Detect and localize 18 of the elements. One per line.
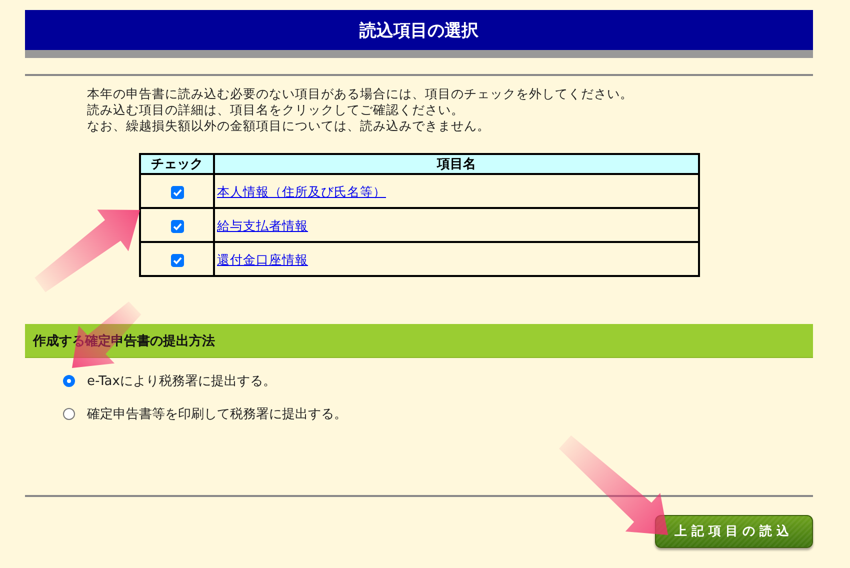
column-header: チェック	[140, 154, 214, 174]
radio-button[interactable]	[63, 375, 75, 387]
checkbox[interactable]	[170, 220, 184, 233]
section-title: 作成する確定申告書の提出方法	[33, 332, 215, 350]
checkbox[interactable]	[170, 254, 184, 267]
checkbox[interactable]	[170, 186, 184, 199]
option-label[interactable]: 確定申告書等を印刷して税務署に提出する。	[87, 405, 347, 423]
item-link[interactable]: 還付金口座情報	[217, 252, 308, 267]
radio-button[interactable]	[63, 408, 75, 420]
option-label[interactable]: e-Taxにより税務署に提出する。	[87, 372, 276, 390]
instruction-text: なお、繰越損失額以外の金額項目については、読み込みできません。	[87, 118, 491, 134]
item-link[interactable]: 本人情報（住所及び氏名等）	[217, 184, 386, 199]
page-title: 読込項目の選択	[360, 20, 478, 42]
column-header: 項目名	[214, 154, 699, 174]
item-link[interactable]: 給与支払者情報	[217, 218, 308, 233]
instruction-text: 読み込む項目の詳細は、項目名をクリックしてご確認ください。	[87, 102, 465, 118]
load-button[interactable]: 上記項目の読込	[655, 515, 813, 548]
instruction-text: 本年の申告書に読み込む必要のない項目がある場合には、項目のチェックを外してください。	[87, 86, 634, 102]
